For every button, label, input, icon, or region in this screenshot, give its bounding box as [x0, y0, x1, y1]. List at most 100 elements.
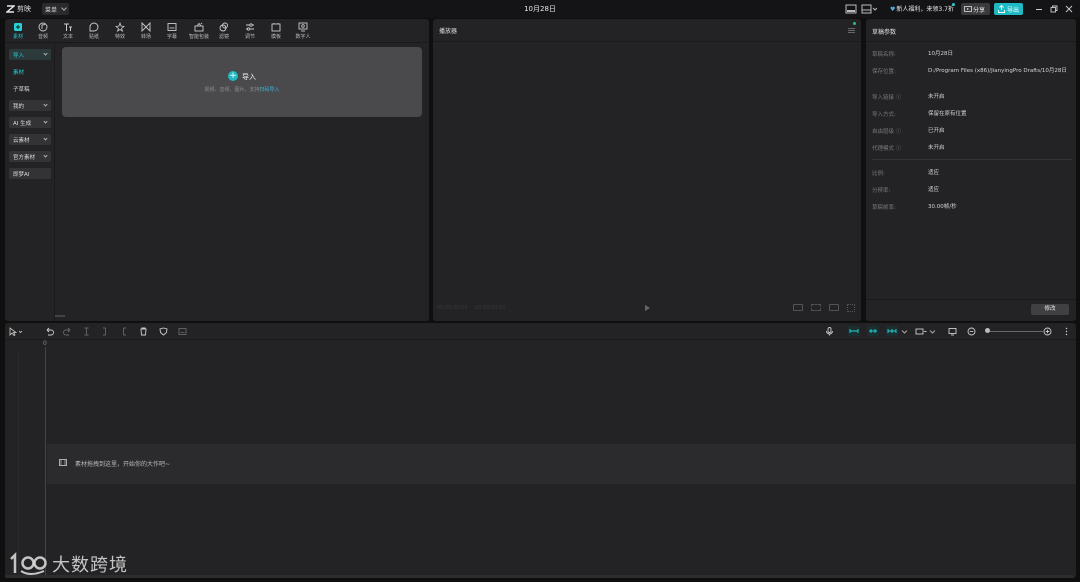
linkage-toggle[interactable] [886, 326, 898, 336]
auto-snap-toggle[interactable] [867, 326, 879, 336]
sidebar-item-material[interactable]: 素材 [9, 66, 51, 77]
preview-axis-icon[interactable] [915, 327, 927, 336]
chevron-down-icon [43, 119, 48, 124]
param-key: 自由层级 ⓘ [872, 129, 902, 135]
chevron-down-icon[interactable] [900, 327, 908, 336]
divider [433, 41, 861, 42]
param-value: 未开启 [928, 94, 945, 100]
microphone-icon[interactable] [825, 327, 834, 336]
param-key: 导入方式: [872, 112, 896, 118]
import-hint: 视频、音频、图片，支持扫码导入 [62, 86, 422, 93]
scan-import-link[interactable]: 扫码导入 [260, 87, 280, 93]
zoom-out-icon[interactable] [967, 327, 976, 336]
sidebar-item-cloud[interactable]: 云素材 [9, 134, 51, 145]
caption-edit-icon[interactable] [178, 327, 187, 336]
modify-button[interactable]: 修改 [1031, 304, 1069, 315]
digital-human-icon [298, 22, 308, 32]
select-tool-icon[interactable] [9, 327, 23, 336]
fullscreen-icon[interactable] [847, 304, 855, 312]
sidebar-item-label: 云素材 [13, 138, 30, 144]
param-key: 代理模式 ⓘ [872, 146, 902, 152]
share-button[interactable]: 分享 [961, 3, 990, 15]
time-current: 00:00:00:00 [437, 305, 468, 311]
split-right-icon[interactable] [119, 327, 128, 336]
undo-icon[interactable] [45, 327, 54, 336]
ratio-icon[interactable] [829, 304, 839, 311]
tab-label: 贴纸 [88, 34, 99, 40]
tab-label: 特效 [114, 34, 125, 40]
template-icon [271, 22, 281, 32]
more-icon[interactable] [1062, 327, 1068, 336]
divider [866, 41, 1076, 42]
layout-switch-icon[interactable] [861, 4, 877, 14]
import-label: 导入 [242, 73, 256, 81]
redo-icon[interactable] [63, 327, 72, 336]
track-hint: 素材拖拽到这里，开始你的大作吧~ [75, 461, 171, 468]
param-value: 10月28日 [928, 51, 953, 57]
subtitle-recognize-icon[interactable] [948, 327, 957, 336]
track-header-divider [18, 353, 19, 578]
param-value: 已开启 [928, 128, 945, 134]
zoom-slider-handle[interactable] [985, 328, 990, 333]
adjust-icon [245, 22, 255, 32]
scrollbar[interactable] [55, 315, 65, 317]
notification-dot [952, 3, 955, 6]
menu-icon[interactable] [848, 28, 855, 33]
sidebar-item-label: 官方素材 [13, 155, 36, 161]
export-button[interactable]: 导出 [994, 3, 1023, 15]
export-icon [998, 5, 1005, 13]
param-value: D:/Program Files (x86)/JianyingPro Draft… [928, 68, 1067, 74]
sidebar-item-import[interactable]: 导入 [9, 49, 51, 60]
tab-media[interactable]: 素材 [7, 21, 29, 41]
sidebar-item-ai-generate[interactable]: AI 生成 [9, 117, 51, 128]
main-track-dropzone[interactable] [47, 444, 1076, 484]
chevron-down-icon[interactable] [928, 327, 936, 336]
close-icon[interactable] [1065, 5, 1073, 13]
tab-smart-package[interactable]: 智能包装 [187, 21, 211, 41]
media-icon [13, 22, 23, 32]
tab-digital-human[interactable]: 数字人 [291, 21, 315, 41]
crop-icon[interactable] [811, 304, 821, 311]
tab-adjust[interactable]: 调节 [239, 21, 261, 41]
tab-sticker[interactable]: 贴纸 [83, 21, 105, 41]
sidebar-item-subproject[interactable]: 子草稿 [9, 83, 51, 94]
watermark-text: 大数跨境 [52, 555, 128, 576]
param-key: 分辨率: [872, 188, 891, 194]
split-icon[interactable] [82, 327, 91, 336]
promo-link[interactable]: ♥新人福利，来领3.7折 [890, 4, 954, 13]
layout-icon[interactable] [845, 4, 857, 14]
heart-icon: ♥ [890, 6, 896, 13]
sidebar-item-mine[interactable]: 我的 [9, 100, 51, 111]
tab-label: 音频 [37, 34, 48, 40]
param-key: 草稿帧率: [872, 205, 896, 211]
play-icon[interactable] [645, 305, 650, 311]
tab-effects[interactable]: 特效 [109, 21, 131, 41]
tab-subtitle[interactable]: 字幕 [161, 21, 183, 41]
param-value: 适应 [928, 187, 940, 193]
tab-filter[interactable]: 滤镜 [213, 21, 235, 41]
playhead[interactable] [45, 347, 46, 578]
param-key: 比例: [872, 171, 885, 177]
main-track-magnet-toggle[interactable] [848, 326, 860, 336]
fit-screen-icon[interactable] [793, 304, 803, 311]
promo-text: 新人福利，来领3.7折 [896, 6, 954, 13]
tab-transition[interactable]: 转场 [135, 21, 157, 41]
sidebar-item-jimeng[interactable]: 即梦AI [9, 168, 51, 179]
tab-template[interactable]: 模板 [265, 21, 287, 41]
transition-icon [141, 22, 151, 32]
minimize-icon[interactable] [1035, 5, 1043, 13]
params-title: 草稿参数 [872, 29, 897, 36]
tab-audio[interactable]: 音频 [32, 21, 54, 41]
sidebar-item-official[interactable]: 官方素材 [9, 151, 51, 162]
import-dropzone[interactable]: + 导入 视频、音频、图片，支持扫码导入 [62, 47, 422, 117]
timeline-scrollbar[interactable] [5, 575, 1074, 578]
shield-icon[interactable] [159, 327, 168, 336]
tab-text[interactable]: 文本 [57, 21, 79, 41]
restore-icon[interactable] [1050, 5, 1058, 13]
zoom-in-icon[interactable] [1043, 327, 1052, 336]
zoom-slider-track[interactable] [987, 331, 1043, 332]
param-value: 30.00帧/秒 [928, 204, 957, 210]
delete-icon[interactable] [139, 327, 148, 336]
param-value: 保留在原有位置 [928, 111, 967, 117]
split-left-icon[interactable] [101, 327, 110, 336]
